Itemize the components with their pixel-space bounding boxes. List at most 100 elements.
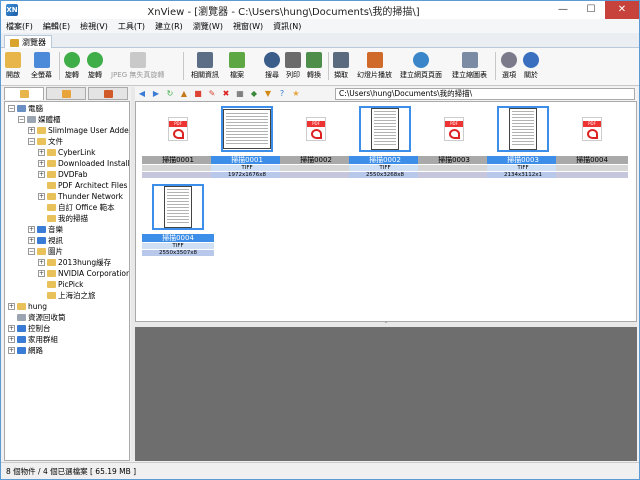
tree-item[interactable]: − 電腦 xyxy=(8,103,43,114)
thumbnail-view[interactable]: PDF 掃描0001 掃描0001 TIFF 1972x1676x8 PDF 掃描0002 掃… xyxy=(135,101,637,322)
expand-icon[interactable]: + xyxy=(38,270,45,277)
tree-item[interactable]: + DVDFab xyxy=(38,169,88,180)
tree-item[interactable]: + hung xyxy=(8,301,47,312)
collapse-icon[interactable]: − xyxy=(28,248,35,255)
print-button[interactable]: 列印 xyxy=(285,52,301,80)
expand-icon[interactable]: + xyxy=(8,347,15,354)
tree-item[interactable]: − 媒體櫃 xyxy=(18,114,61,125)
collapse-icon[interactable]: − xyxy=(28,138,35,145)
thumbnail-item[interactable]: 掃描0004 TIFF 2550x3507x8 xyxy=(142,184,214,262)
search-button[interactable]: 搜尋 xyxy=(264,52,280,80)
collapse-icon[interactable]: − xyxy=(18,116,25,123)
slideshow-button[interactable]: 幻燈片播放 xyxy=(357,52,392,80)
forward-arrow-icon[interactable]: ▶ xyxy=(151,89,161,99)
delete-icon[interactable]: ✖ xyxy=(221,89,231,99)
create-web-page-button[interactable]: 建立網頁頁面 xyxy=(400,52,442,80)
filter-icon[interactable]: ▼ xyxy=(263,89,273,99)
minimize-button[interactable]: — xyxy=(549,1,577,19)
contact-sheet-button[interactable]: 建立縮圖表 xyxy=(452,52,487,80)
tree-item[interactable]: + 網路 xyxy=(8,345,43,356)
expand-icon[interactable]: + xyxy=(28,127,35,134)
menu-create[interactable]: 建立(R) xyxy=(150,21,188,32)
expand-icon[interactable]: + xyxy=(8,303,15,310)
expand-icon[interactable]: + xyxy=(8,336,15,343)
expand-icon[interactable]: + xyxy=(38,171,45,178)
title-bar[interactable]: XN XnView - [瀏覽器 - C:\Users\hung\Documen… xyxy=(1,1,639,19)
thumbnail-item[interactable]: 掃描0002 TIFF 2550x3268x8 xyxy=(349,106,421,184)
thumbnail-item[interactable]: PDF 掃描0001 xyxy=(142,106,214,184)
library-icon xyxy=(27,116,36,123)
tree-item[interactable]: − 文件 xyxy=(28,136,63,147)
expand-icon[interactable]: + xyxy=(38,160,45,167)
tree-item[interactable]: + 控制台 xyxy=(8,323,51,334)
jpeg-lossless-rotate-button[interactable]: JPEG 無失真旋轉 xyxy=(111,52,164,80)
thumbnail-item[interactable]: 掃描0001 TIFF 1972x1676x8 xyxy=(211,106,283,184)
tree-item[interactable]: + SlimImage User Added xyxy=(28,125,129,136)
tree-item[interactable]: + 音樂 xyxy=(28,224,63,235)
about-button[interactable]: 關於 xyxy=(523,52,539,80)
tree-item[interactable]: + CyberLink xyxy=(38,147,96,158)
refresh-icon[interactable]: ↻ xyxy=(165,89,175,99)
back-arrow-icon[interactable]: ◀ xyxy=(137,89,147,99)
tree-item[interactable]: PicPick xyxy=(38,279,83,290)
tree-item[interactable]: + Thunder Network xyxy=(38,191,123,202)
thumbnail-dimensions xyxy=(556,172,628,178)
rotate-right-button[interactable]: 旋轉 xyxy=(87,52,103,80)
capture-button[interactable]: 擷取 xyxy=(333,52,349,80)
tree-item[interactable]: + NVIDIA Corporation xyxy=(38,268,129,279)
folder-tree[interactable]: − 電腦 − 媒體櫃 + SlimImage User Added − 文件 + CyberLin… xyxy=(4,101,130,461)
collapse-icon[interactable]: − xyxy=(8,105,15,112)
properties-button[interactable]: 相關資訊 xyxy=(191,52,219,80)
rename-icon[interactable]: ✎ xyxy=(207,89,217,99)
tree-item[interactable]: + Downloaded Installe xyxy=(38,158,129,169)
tree-item[interactable]: + 家用群組 xyxy=(8,334,58,345)
tree-item[interactable]: 自訂 Office 範本 xyxy=(38,202,115,213)
tree-item[interactable]: 我的掃描 xyxy=(38,213,88,224)
expand-icon[interactable]: + xyxy=(38,193,45,200)
path-field[interactable]: C:\Users\hung\Documents\我的掃描\ xyxy=(335,88,635,100)
menu-file[interactable]: 檔案(F) xyxy=(1,21,38,32)
menu-info[interactable]: 資訊(N) xyxy=(268,21,306,32)
thumbnail-item[interactable]: PDF 掃描0004 xyxy=(556,106,628,184)
file-button[interactable]: 檔案 xyxy=(229,52,245,80)
xnview-app-icon[interactable]: XN xyxy=(6,4,18,16)
up-folder-icon[interactable]: ▲ xyxy=(179,89,189,99)
help-icon[interactable]: ? xyxy=(277,89,287,99)
rotate-left-button[interactable]: 旋轉 xyxy=(64,52,80,80)
toolbar-separator xyxy=(59,52,60,80)
menu-window[interactable]: 視窗(W) xyxy=(228,21,268,32)
close-button[interactable]: ✕ xyxy=(605,1,639,19)
menu-tools[interactable]: 工具(T) xyxy=(113,21,150,32)
maximize-button[interactable]: ☐ xyxy=(577,1,605,19)
tree-item[interactable]: 上海泊之旅 xyxy=(38,290,96,301)
fullscreen-button[interactable]: 全螢幕 xyxy=(31,52,52,80)
tab-categories[interactable] xyxy=(88,87,128,100)
tree-item[interactable]: − 圖片 xyxy=(28,246,63,257)
open-button[interactable]: 開啟 xyxy=(5,52,21,80)
tree-item[interactable]: + 視訊 xyxy=(28,235,63,246)
options-button[interactable]: 選項 xyxy=(501,52,517,80)
expand-icon[interactable]: + xyxy=(8,325,15,332)
tree-item[interactable]: +2013hung緩存 xyxy=(38,257,111,268)
expand-icon[interactable]: + xyxy=(38,149,45,156)
expand-icon[interactable]: + xyxy=(28,226,35,233)
sort-icon[interactable]: ◆ xyxy=(249,89,259,99)
tab-favorites[interactable] xyxy=(46,87,86,100)
expand-icon[interactable]: + xyxy=(28,237,35,244)
thumbnail-filename: 掃描0001 xyxy=(142,156,214,164)
view-mode-icon[interactable]: ▦ xyxy=(235,89,245,99)
thumbnail-item[interactable]: PDF 掃描0003 xyxy=(418,106,490,184)
thumbnail-item[interactable]: PDF 掃描0002 xyxy=(280,106,352,184)
favorite-star-icon[interactable]: ★ xyxy=(291,89,301,99)
menu-view[interactable]: 檢視(V) xyxy=(75,21,113,32)
new-folder-icon[interactable]: ■ xyxy=(193,89,203,99)
tree-item[interactable]: PDF Architect Files xyxy=(38,180,127,191)
tree-item[interactable]: 資源回收筒 xyxy=(8,312,66,323)
menu-browse[interactable]: 瀏覽(W) xyxy=(188,21,228,32)
tab-folders[interactable] xyxy=(4,87,44,100)
expand-icon[interactable]: + xyxy=(38,259,45,266)
menu-edit[interactable]: 編輯(E) xyxy=(38,21,75,32)
convert-button[interactable]: 轉換 xyxy=(306,52,322,80)
tab-browser[interactable]: 瀏覽器 xyxy=(4,35,52,49)
thumbnail-item[interactable]: 掃描0003 TIFF 2134x3112x1 xyxy=(487,106,559,184)
